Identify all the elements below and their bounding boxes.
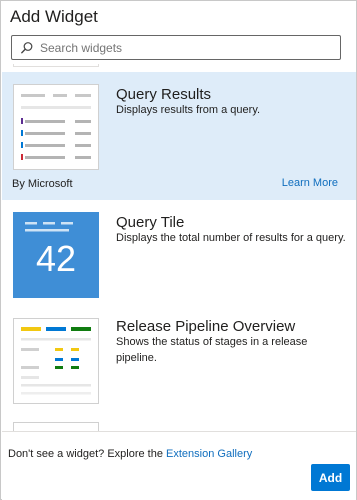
widget-publisher: By Microsoft [12, 178, 73, 190]
widget-item-partial[interactable] [2, 416, 356, 431]
widget-name: Query Tile [116, 214, 185, 231]
widget-thumbnail-partial [13, 422, 99, 431]
query-results-thumbnail [13, 84, 99, 170]
dialog-title: Add Widget [10, 7, 98, 26]
widget-item-query-results[interactable]: Query Results Displays results from a qu… [2, 72, 356, 200]
query-tile-thumbnail: 42 [13, 212, 99, 298]
release-pipeline-thumbnail [13, 318, 99, 404]
widget-thumbnail-partial [13, 64, 99, 67]
widget-description: Shows the status of stages in a release … [116, 336, 308, 364]
search-input[interactable] [40, 38, 330, 58]
dialog-footer: Don't see a widget? Explore the Extensio… [2, 431, 356, 500]
widget-item-query-tile[interactable]: 42 Query Tile Displays the total number … [2, 200, 356, 304]
widget-description: Displays the total number of results for… [116, 232, 346, 244]
widget-item-release-pipeline-overview[interactable]: Release Pipeline Overview Shows the stat… [2, 304, 356, 408]
search-box[interactable] [11, 35, 341, 60]
add-button[interactable]: Add [311, 464, 350, 491]
search-icon [21, 42, 33, 54]
add-widget-dialog: Add Widget Search widgets Query Results … [0, 0, 357, 500]
query-tile-value: 42 [35, 238, 77, 279]
footer-prompt: Don't see a widget? Explore the [8, 448, 167, 460]
footer-text: Don't see a widget? Explore the Extensio… [8, 448, 252, 460]
widget-name: Query Results [116, 86, 212, 103]
widget-description: Displays results from a query. [116, 104, 261, 116]
learn-more-link[interactable]: Learn More [282, 177, 338, 189]
extension-gallery-link[interactable]: Extension Gallery [166, 448, 252, 460]
widget-list: Query Results Displays results from a qu… [2, 64, 356, 431]
widget-name: Release Pipeline Overview [116, 318, 296, 335]
